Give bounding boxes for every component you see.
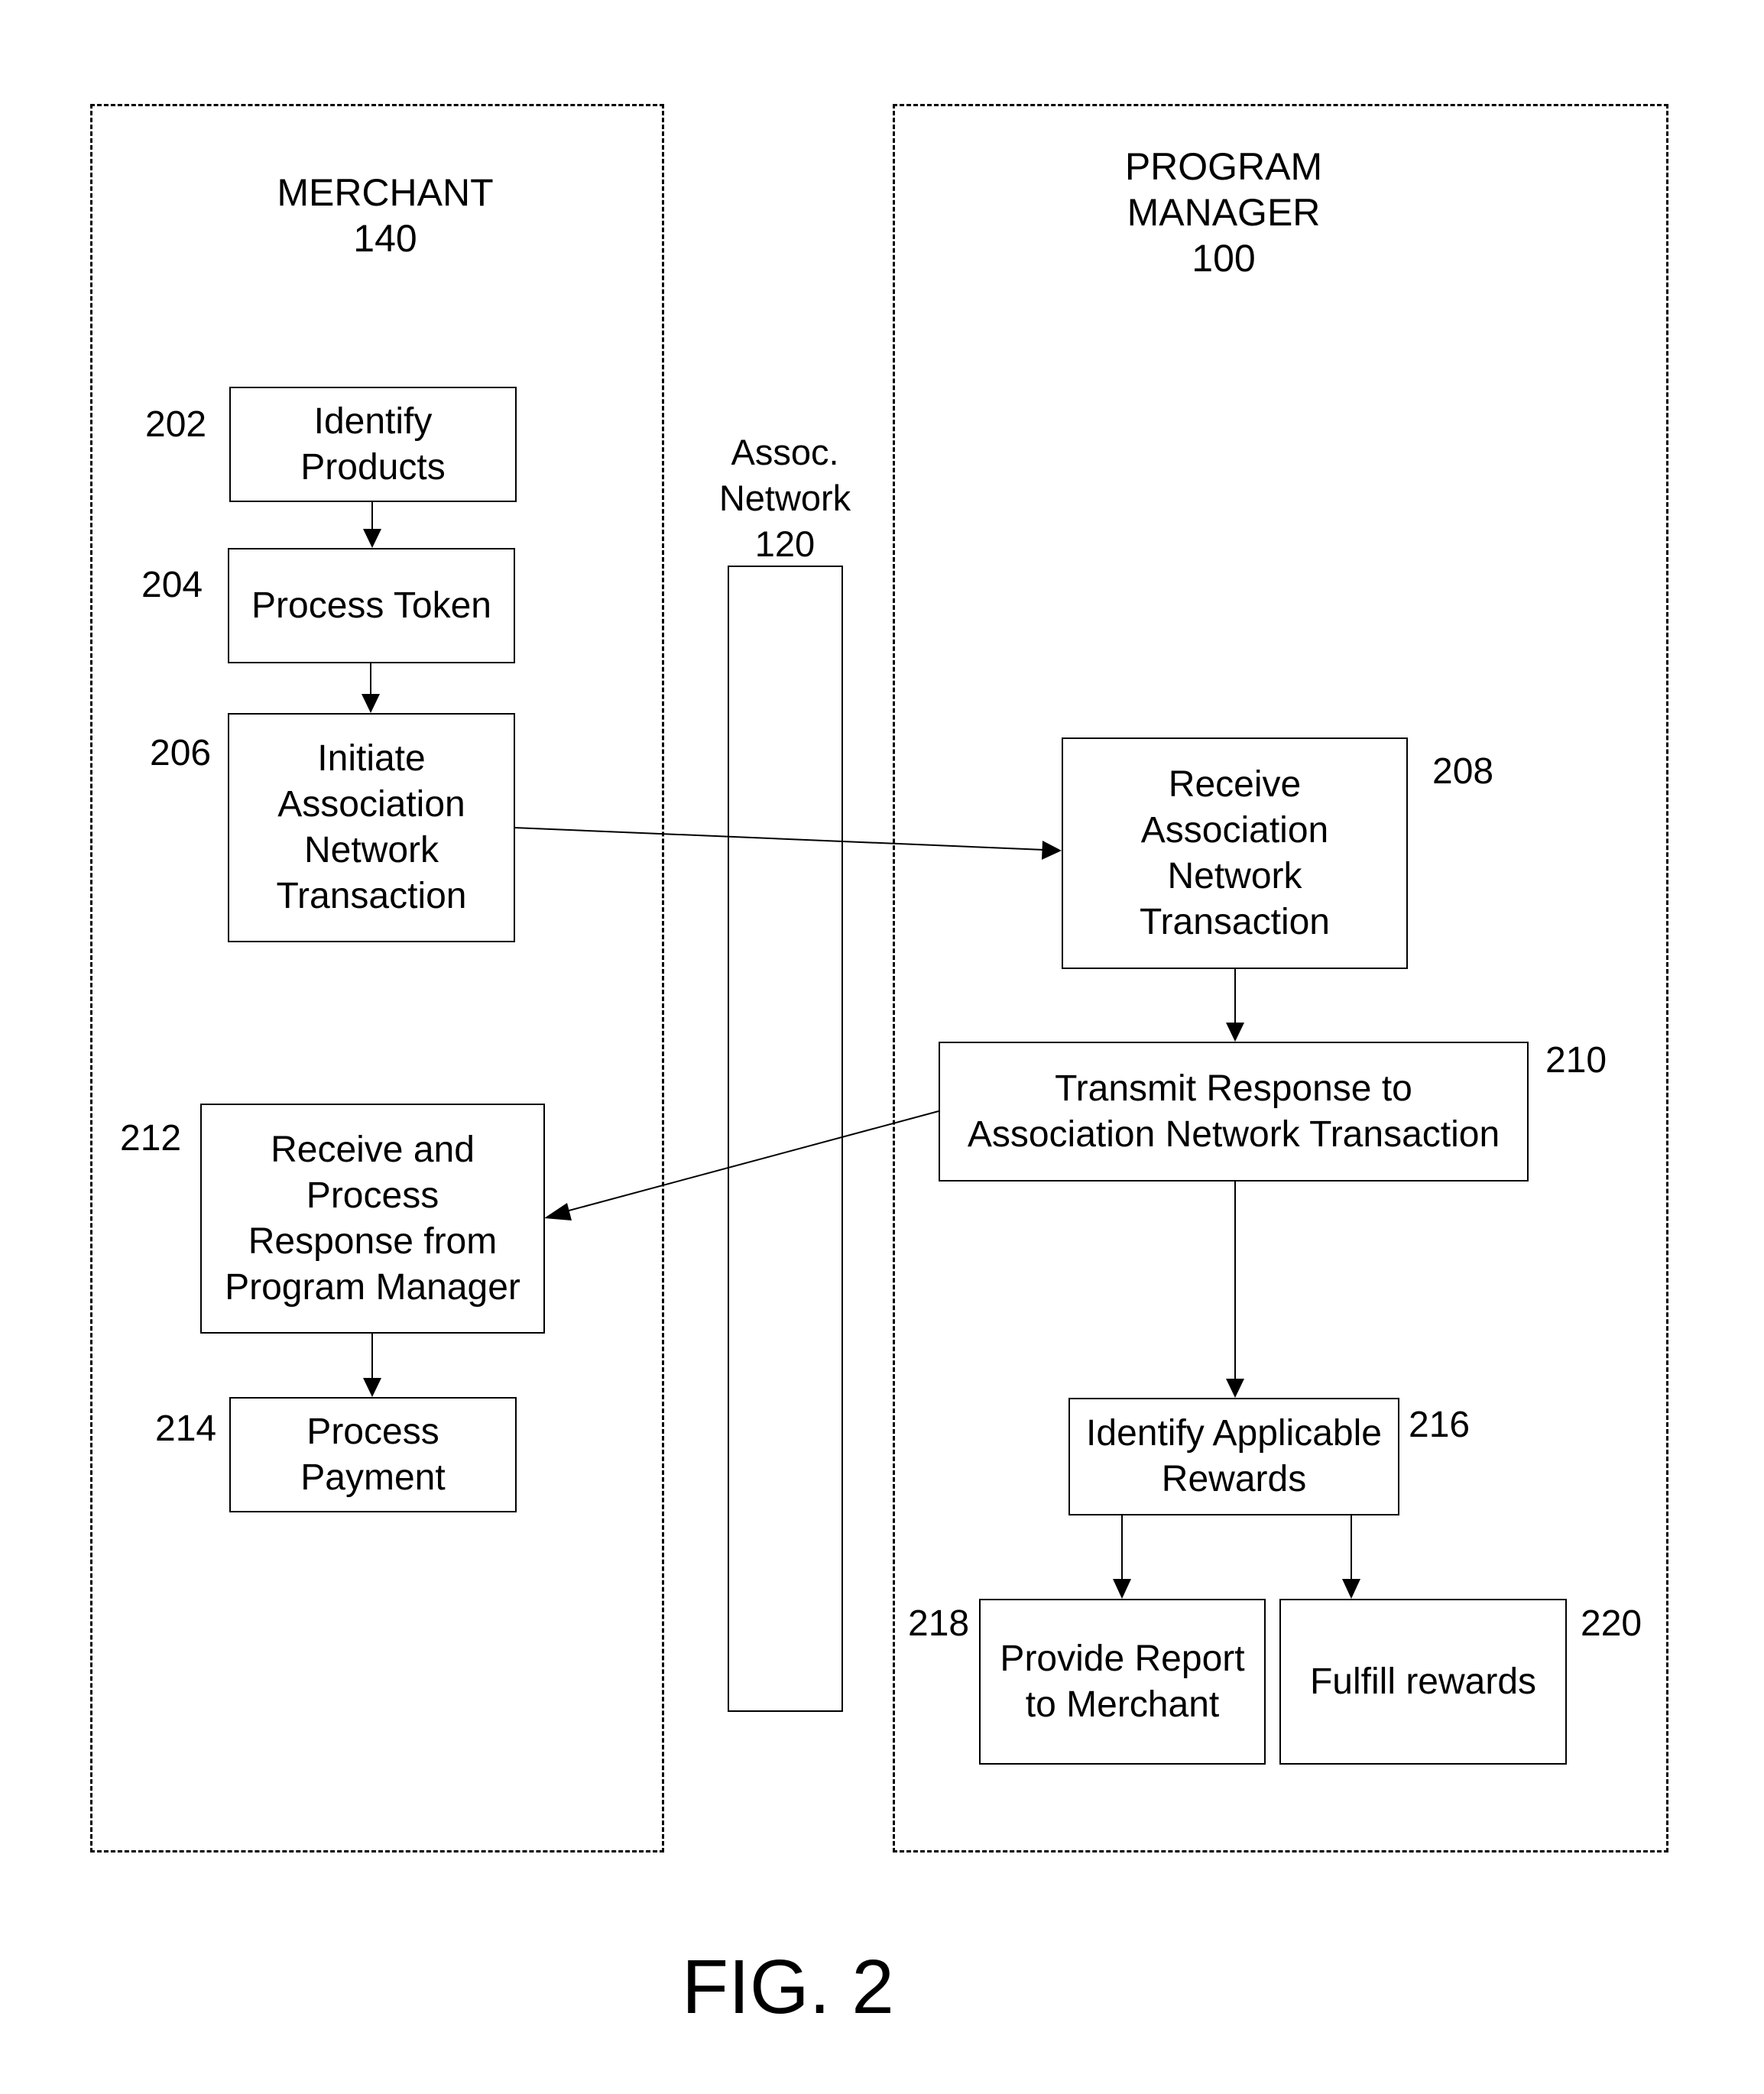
step-box-204: Process Token [228,548,515,663]
arrowhead-204 [363,529,381,548]
ref-number-208: 208 [1432,751,1494,792]
step-box-212: Receive and Process Response from Progra… [200,1104,545,1334]
arrowhead-218 [1113,1579,1131,1599]
arrowhead-206 [362,694,380,713]
step-box-220: Fulfill rewards [1279,1599,1567,1765]
arrowhead-212 [544,1203,572,1220]
step-label-214: Process Payment [300,1411,446,1498]
ref-number-206: 206 [150,733,212,773]
arrowhead-220 [1342,1579,1360,1599]
arrowhead-208 [1042,841,1062,860]
ref-number-216: 216 [1409,1405,1471,1445]
ref-number-210: 210 [1545,1040,1607,1081]
step-box-214: Process Payment [229,1397,517,1512]
step-label-212: Receive and Process Response from Progra… [225,1129,520,1308]
ref-number-212: 212 [120,1118,182,1159]
arrowhead-210 [1226,1023,1244,1042]
step-label-210: Transmit Response to Association Network… [967,1068,1500,1155]
step-label-216: Identify Applicable Rewards [1086,1413,1382,1499]
ref-number-218: 218 [908,1603,970,1644]
ref-number-220: 220 [1581,1603,1642,1644]
ref-number-214: 214 [155,1408,217,1449]
step-box-206: Initiate Association Network Transaction [228,713,515,942]
step-box-216: Identify Applicable Rewards [1068,1398,1399,1515]
step-label-204: Process Token [251,585,491,626]
ref-number-204: 204 [141,565,203,605]
arrowhead-216 [1226,1379,1244,1398]
step-label-202: Identify Products [300,400,446,488]
step-box-218: Provide Report to Merchant [979,1599,1266,1765]
arrow-210-212 [563,1110,939,1213]
step-label-208: Receive Association Network Transaction [1140,763,1330,942]
step-box-210: Transmit Response to Association Network… [939,1042,1529,1182]
arrow-206-208 [514,827,1045,851]
step-label-206: Initiate Association Network Transaction [276,738,467,916]
arrowhead-214 [363,1378,381,1397]
ref-number-202: 202 [145,404,207,445]
figure-label: FIG. 2 [682,1944,894,2030]
step-label-220: Fulfill rewards [1309,1661,1537,1702]
step-box-208: Receive Association Network Transaction [1062,737,1408,969]
step-box-202: Identify Products [229,387,517,502]
step-label-218: Provide Report to Merchant [1000,1638,1245,1725]
